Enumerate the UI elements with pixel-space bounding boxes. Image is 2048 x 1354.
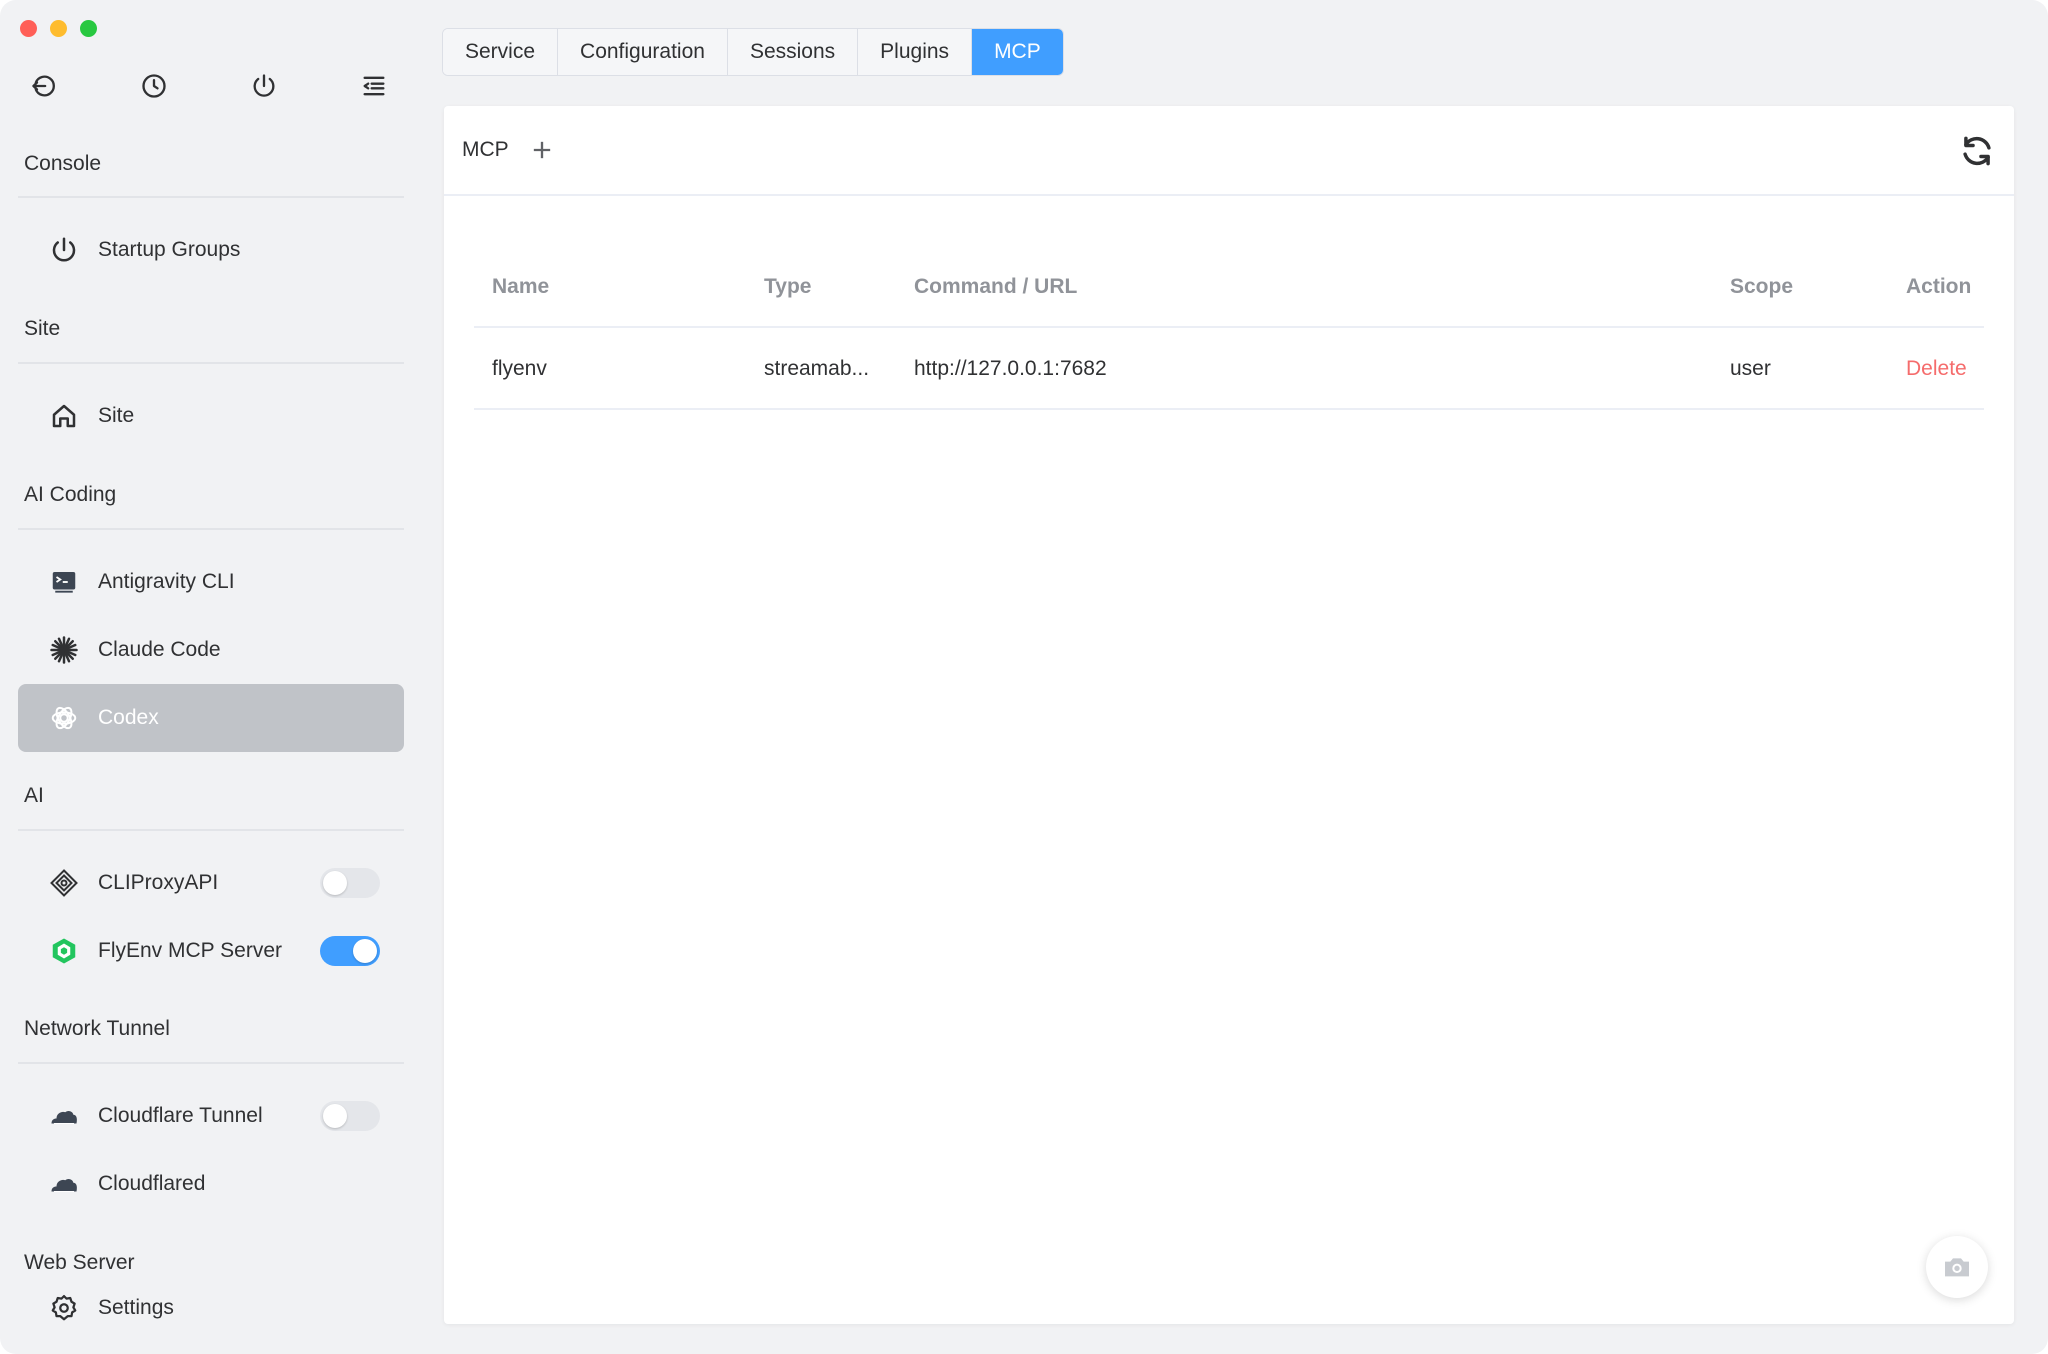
sidebar-item-claude-code[interactable]: Claude Code <box>18 616 404 684</box>
sidebar: Console Startup Groups Site Site AI Codi… <box>0 0 420 1354</box>
back-button[interactable] <box>26 68 62 104</box>
column-header-type: Type <box>764 275 812 298</box>
tab-sessions[interactable]: Sessions <box>727 29 859 75</box>
cliproxyapi-toggle[interactable] <box>320 868 380 898</box>
sidebar-item-label: Claude Code <box>98 638 221 661</box>
sidebar-item-codex[interactable]: Codex <box>18 684 404 752</box>
back-arrow-icon <box>32 75 55 97</box>
panel-header: MCP <box>444 106 2014 196</box>
table-header: Name Type Command / URL Scope Action <box>474 246 1984 328</box>
mcp-table: Name Type Command / URL Scope Action fly… <box>474 246 1984 410</box>
tab-configuration[interactable]: Configuration <box>558 29 728 75</box>
sidebar-item-cliproxyapi[interactable]: CLIProxyAPI <box>18 849 404 917</box>
sidebar-item-label: Cloudflare Tunnel <box>98 1104 263 1127</box>
group-divider <box>18 829 404 831</box>
sidebar-item-cloudflare-tunnel[interactable]: Cloudflare Tunnel <box>18 1082 404 1150</box>
plus-icon <box>533 141 551 159</box>
sidebar-item-label: Cloudflared <box>98 1172 206 1195</box>
power-icon <box>46 232 82 268</box>
group-title-ai-coding: AI Coding <box>24 483 117 506</box>
toggle-knob <box>323 1104 347 1128</box>
group-title-console: Console <box>24 152 102 175</box>
camera-icon <box>1945 1258 1969 1277</box>
toggle-knob <box>323 871 347 895</box>
group-title-web-server: Web Server <box>24 1251 135 1274</box>
group-divider <box>18 1062 404 1064</box>
flyenv-mcp-server-toggle[interactable] <box>320 936 380 966</box>
tab-plugins[interactable]: Plugins <box>858 29 973 75</box>
column-header-scope: Scope <box>1730 275 1794 298</box>
sidebar-item-label: Settings <box>98 1296 174 1319</box>
terminal-icon <box>46 564 82 600</box>
screenshot-button[interactable] <box>1926 1236 1988 1298</box>
openai-icon <box>46 700 82 736</box>
tab-bar: Service Configuration Sessions Plugins M… <box>442 28 1064 76</box>
group-divider <box>18 362 404 364</box>
sidebar-item-startup-groups[interactable]: Startup Groups <box>18 216 404 284</box>
cloud-icon <box>46 1166 82 1202</box>
collapse-menu-button[interactable] <box>356 68 392 104</box>
power-icon <box>253 74 275 97</box>
group-title-ai: AI <box>24 784 44 807</box>
tab-mcp[interactable]: MCP <box>972 29 1063 75</box>
home-icon <box>46 398 82 434</box>
sidebar-item-label: FlyEnv MCP Server <box>98 939 282 962</box>
sidebar-item-label: Site <box>98 404 135 427</box>
sidebar-item-label: Antigravity CLI <box>98 570 235 593</box>
mcp-panel: MCP Name Type Command / URL Scope Action… <box>444 106 2014 1324</box>
sidebar-toolbar <box>26 68 396 104</box>
group-divider <box>18 196 404 198</box>
table-row: flyenv streamab... http://127.0.0.1:7682… <box>474 328 1984 410</box>
sidebar-item-settings[interactable]: Settings <box>18 1274 404 1342</box>
column-header-action: Action <box>1906 275 1972 298</box>
cell-action: Delete <box>1906 328 1967 410</box>
column-header-command-url: Command / URL <box>914 275 1078 298</box>
cloudflare-tunnel-toggle[interactable] <box>320 1101 380 1131</box>
cell-name: flyenv <box>492 357 547 380</box>
cloud-icon <box>46 1098 82 1134</box>
sidebar-item-label: Startup Groups <box>98 238 241 261</box>
sidebar-item-label: CLIProxyAPI <box>98 871 219 894</box>
sidebar-item-flyenv-mcp-server[interactable]: FlyEnv MCP Server <box>18 917 404 985</box>
add-mcp-button[interactable] <box>528 136 556 164</box>
gear-icon <box>46 1290 82 1326</box>
sidebar-item-cloudflared[interactable]: Cloudflared <box>18 1150 404 1218</box>
group-divider <box>18 528 404 530</box>
delete-button[interactable]: Delete <box>1906 357 1967 381</box>
refresh-button[interactable] <box>1958 132 1996 170</box>
toggle-knob <box>353 939 377 963</box>
group-title-site: Site <box>24 317 61 340</box>
refresh-icon <box>1963 136 1991 166</box>
sidebar-item-site[interactable]: Site <box>18 382 404 450</box>
tab-service[interactable]: Service <box>443 29 559 75</box>
panel-title: MCP <box>462 138 509 161</box>
group-title-network-tunnel: Network Tunnel <box>24 1017 170 1040</box>
sidebar-item-antigravity-cli[interactable]: Antigravity CLI <box>18 548 404 616</box>
power-toggle-button[interactable] <box>246 68 282 104</box>
sidebar-item-label: Codex <box>98 706 159 729</box>
app-window: Console Startup Groups Site Site AI Codi… <box>0 0 2048 1354</box>
menu-fold-icon <box>363 76 385 96</box>
cube-icon <box>46 933 82 969</box>
claude-asterisk-icon <box>46 632 82 668</box>
column-header-name: Name <box>492 275 550 298</box>
cell-scope: user <box>1730 357 1771 380</box>
clock-icon <box>142 74 166 98</box>
cell-command-url: http://127.0.0.1:7682 <box>914 357 1107 380</box>
diamond-icon <box>46 865 82 901</box>
cell-type: streamab... <box>764 357 870 380</box>
history-button[interactable] <box>136 68 172 104</box>
